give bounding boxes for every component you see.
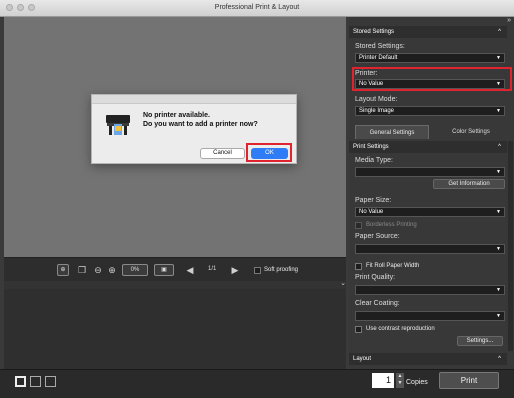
printer-icon (106, 115, 130, 135)
paper-size-label: Paper Size: (355, 197, 392, 204)
facing-page-view-icon[interactable] (45, 376, 56, 387)
page-view-select[interactable]: ▣ (154, 264, 174, 276)
stored-settings-header[interactable]: Stored Settings ^ (349, 26, 507, 38)
paper-size-select[interactable]: No Value ▼ (355, 207, 505, 217)
title-bar: Professional Print & Layout (0, 0, 514, 17)
stored-settings-select[interactable]: Printer Default ▼ (355, 53, 505, 63)
chevron-down-icon: ▼ (496, 246, 501, 252)
chevron-down-icon: ▼ (496, 313, 501, 319)
zoom-window-button[interactable] (28, 4, 35, 11)
zoom-in-icon[interactable]: ⊕ (106, 264, 118, 276)
zoom-out-icon[interactable]: ⊖ (92, 264, 104, 276)
thumbnail-area (4, 289, 346, 369)
layout-header[interactable]: Layout ^ (349, 353, 507, 365)
fit-roll-paper-width-label: Fit Roll Paper Width (366, 263, 420, 269)
paper-source-select[interactable]: ▼ (355, 244, 505, 254)
add-page-button[interactable]: ⊕ (57, 264, 69, 276)
preview-toolbar: ⊕ ❐ ⊖ ⊕ 0% ▣ ◀ 1/1 ▶ Soft proofing (4, 257, 346, 282)
media-type-label: Media Type: (355, 157, 394, 164)
soft-proofing-checkbox[interactable] (254, 267, 261, 274)
print-quality-select[interactable]: ▼ (355, 285, 505, 295)
clear-coating-label: Clear Coating: (355, 300, 400, 307)
add-page-icon: ⊕ (60, 267, 66, 273)
borderless-printing-label: Borderless Printing (366, 222, 417, 228)
bottom-bar (0, 369, 514, 398)
print-settings-header[interactable]: Print Settings ^ (349, 141, 507, 153)
dialog-top-bar (92, 95, 296, 104)
panel-scrollbar[interactable] (508, 141, 513, 351)
two-page-view-icon[interactable] (30, 376, 41, 387)
copies-stepper[interactable]: ▲ ▼ (396, 373, 404, 388)
close-window-button[interactable] (6, 4, 13, 11)
dialog-message-title: No printer available. (143, 112, 210, 119)
contrast-reproduction-checkbox[interactable] (355, 326, 362, 333)
soft-proofing-label: Soft proofing (264, 267, 299, 273)
chevron-up-icon: ^ (498, 144, 501, 150)
layout-mode-select[interactable]: Single Image ▼ (355, 106, 505, 116)
stored-settings-label: Stored Settings: (355, 43, 405, 50)
borderless-printing-checkbox[interactable] (355, 222, 362, 229)
fit-roll-paper-width-checkbox[interactable] (355, 263, 362, 270)
get-information-button[interactable]: Get Information (433, 179, 505, 189)
window-title: Professional Print & Layout (214, 4, 300, 11)
chevron-down-icon: ▼ (496, 287, 501, 293)
layout-mode-label: Layout Mode: (355, 96, 398, 103)
previous-page-icon[interactable]: ◀ (184, 264, 196, 276)
tab-color-settings[interactable]: Color Settings (433, 125, 509, 139)
cancel-button[interactable]: Cancel (200, 148, 245, 159)
print-quality-label: Print Quality: (355, 274, 396, 281)
page-indicator: 1/1 (208, 266, 217, 272)
ok-highlight-box (246, 143, 292, 162)
settings-tabs: General Settings Color Settings (349, 125, 514, 139)
chevron-down-icon: ▼ (496, 209, 501, 215)
panel-divider[interactable]: ⌄ (4, 279, 346, 289)
page-export-icon[interactable]: ❐ (76, 264, 88, 276)
chevron-down-icon: ▼ (496, 169, 501, 175)
print-button[interactable]: Print (439, 372, 499, 389)
single-page-view-icon[interactable] (15, 376, 26, 387)
chevron-down-icon: ▼ (496, 55, 501, 61)
media-type-select[interactable]: ▼ (355, 167, 505, 177)
tab-general-settings[interactable]: General Settings (355, 125, 429, 139)
copies-input[interactable]: 1 (372, 373, 394, 388)
printer-highlight-box (352, 67, 512, 91)
copies-label: Copies (406, 379, 428, 386)
zoom-select[interactable]: 0% (122, 264, 148, 276)
dialog-message-question: Do you want to add a printer now? (143, 121, 258, 128)
chevron-up-icon: ^ (498, 29, 501, 35)
collapse-chevron-icon[interactable]: ⌄ (340, 279, 346, 287)
chevron-down-icon: ▼ (496, 108, 501, 114)
next-page-icon[interactable]: ▶ (229, 264, 241, 276)
clear-coating-select[interactable]: ▼ (355, 311, 505, 321)
window-controls (6, 4, 35, 11)
image-icon: ▣ (161, 267, 167, 273)
minimize-window-button[interactable] (17, 4, 24, 11)
expand-panel-icon[interactable]: » (507, 17, 511, 24)
settings-button[interactable]: Settings... (457, 336, 503, 346)
paper-source-label: Paper Source: (355, 233, 400, 240)
chevron-up-icon: ^ (498, 356, 501, 362)
contrast-reproduction-label: Use contrast reproduction (366, 326, 435, 332)
